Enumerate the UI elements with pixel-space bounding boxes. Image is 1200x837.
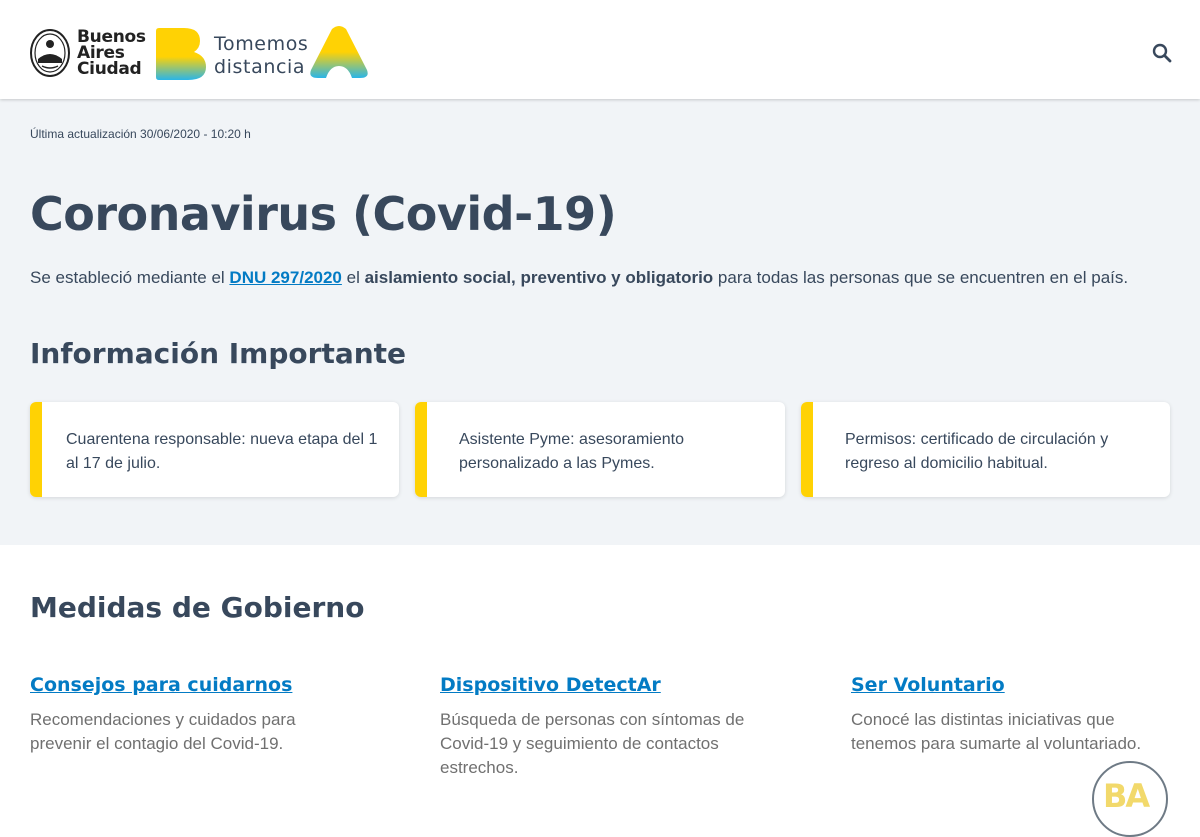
card-text: Cuarentena responsable: nueva etapa del … xyxy=(66,431,378,472)
intro-text-mid: el xyxy=(346,268,360,287)
card-accent-bar xyxy=(801,402,813,497)
government-measures-heading: Medidas de Gobierno xyxy=(30,591,365,624)
measure-item-voluntario: Ser Voluntario Conocé las distintas inic… xyxy=(851,672,1161,756)
intro-paragraph: Se estableció mediante el DNU 297/2020 e… xyxy=(30,267,1128,289)
page-title: Coronavirus (Covid-19) xyxy=(30,187,617,241)
last-updated-text: Última actualización 30/06/2020 - 10:20 … xyxy=(30,127,251,141)
measure-link-detectar[interactable]: Dispositivo DetectAr xyxy=(440,672,760,698)
measure-item-detectar: Dispositivo DetectAr Búsqueda de persona… xyxy=(440,672,760,780)
chat-assistant-button[interactable]: BA xyxy=(1092,761,1168,837)
city-wordmark: Buenos Aires Ciudad xyxy=(77,27,146,79)
measure-description: Búsqueda de personas con síntomas de Cov… xyxy=(440,710,745,777)
measure-description: Conocé las distintas iniciativas que ten… xyxy=(851,710,1142,753)
important-info-heading: Información Importante xyxy=(30,337,407,370)
measure-description: Recomendaciones y cuidados para prevenir… xyxy=(30,710,296,753)
info-card-cuarentena[interactable]: Cuarentena responsable: nueva etapa del … xyxy=(30,402,399,497)
card-text: Permisos: certificado de circulación y r… xyxy=(845,431,1109,472)
campaign-b-logo-icon xyxy=(156,28,206,80)
dnu-link[interactable]: DNU 297/2020 xyxy=(229,268,341,287)
card-accent-bar xyxy=(415,402,427,497)
info-card-permisos[interactable]: Permisos: certificado de circulación y r… xyxy=(801,402,1170,497)
card-text: Asistente Pyme: asesoramiento personaliz… xyxy=(459,431,684,472)
chat-ba-logo: BA xyxy=(1103,777,1150,815)
measure-link-consejos[interactable]: Consejos para cuidarnos xyxy=(30,672,330,698)
site-header: Buenos Aires Ciudad Tomemos distancia xyxy=(0,0,1200,99)
card-accent-bar xyxy=(30,402,42,497)
intro-text-after: para todas las personas que se encuentre… xyxy=(717,268,1129,287)
buenos-aires-ciudad-logo[interactable]: Buenos Aires Ciudad xyxy=(30,26,146,80)
search-icon[interactable] xyxy=(1151,42,1173,64)
info-card-asistente-pyme[interactable]: Asistente Pyme: asesoramiento personaliz… xyxy=(415,402,785,497)
city-seal-icon xyxy=(30,29,70,77)
campaign-a-logo-icon xyxy=(310,26,368,78)
campaign-wordmark: Tomemos distancia xyxy=(214,33,309,78)
measure-link-voluntario[interactable]: Ser Voluntario xyxy=(851,672,1161,698)
intro-text-before: Se estableció mediante el xyxy=(30,268,225,287)
intro-emphasis: aislamiento social, preventivo y obligat… xyxy=(364,268,714,287)
measure-item-consejos: Consejos para cuidarnos Recomendaciones … xyxy=(30,672,330,756)
